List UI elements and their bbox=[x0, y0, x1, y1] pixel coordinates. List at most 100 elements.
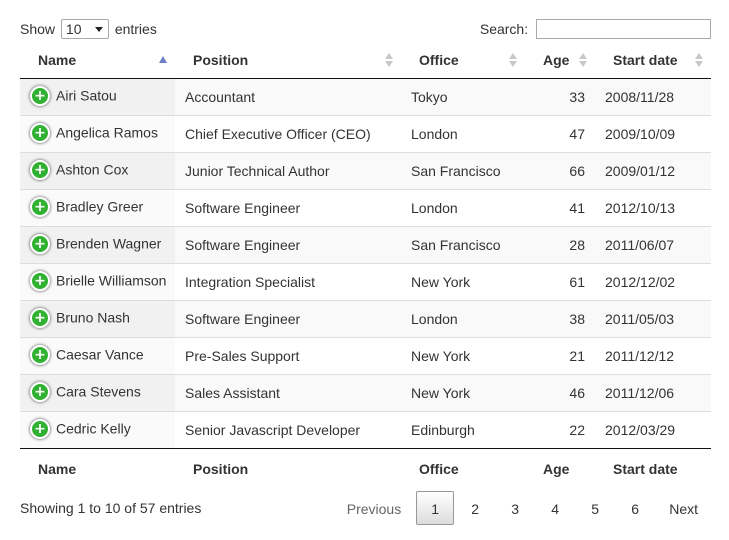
start-date-cell: 2012/10/13 bbox=[595, 189, 711, 227]
header-row: Name Position Office Age Start date bbox=[20, 42, 711, 79]
start-date-cell: 2012/12/02 bbox=[595, 263, 711, 301]
pagination: Previous 1 2 3 4 5 6 Next bbox=[332, 490, 711, 526]
position-cell: Software Engineer bbox=[175, 226, 401, 264]
sort-both-icon bbox=[579, 53, 587, 67]
position-cell: Chief Executive Officer (CEO) bbox=[175, 115, 401, 153]
page-length-select[interactable]: 10 bbox=[60, 19, 109, 40]
table-row: + Cara Stevens Sales Assistant New York 4… bbox=[20, 374, 711, 412]
datatable-wrapper: Show 10 entries Search: Name Position Of… bbox=[0, 0, 729, 540]
table-body: + Airi Satou Accountant Tokyo 33 2008/11/… bbox=[20, 78, 711, 449]
column-header-start-date[interactable]: Start date bbox=[595, 42, 711, 79]
plus-circle-icon[interactable]: + bbox=[30, 308, 50, 328]
position-cell: Accountant bbox=[185, 89, 256, 105]
age-cell: 46 bbox=[525, 374, 595, 412]
name-cell: + Cara Stevens bbox=[20, 374, 175, 412]
start-date-cell: 2012/03/29 bbox=[595, 411, 711, 449]
office-cell: Tokyo bbox=[411, 89, 448, 105]
name-cell: + Brielle Williamson bbox=[20, 263, 175, 301]
name-cell: + Cedric Kelly bbox=[20, 411, 175, 449]
age-cell: 47 bbox=[525, 115, 595, 153]
name-cell: + Bruno Nash bbox=[20, 300, 175, 338]
office-cell: San Francisco bbox=[401, 226, 525, 264]
start-date-cell: 2011/06/07 bbox=[595, 226, 711, 264]
age-cell: 41 bbox=[525, 189, 595, 227]
age-cell: 28 bbox=[525, 226, 595, 264]
column-header-age[interactable]: Age bbox=[525, 42, 595, 79]
sort-both-icon bbox=[509, 53, 517, 67]
start-date-cell: 2009/10/09 bbox=[595, 115, 711, 153]
start-date-cell: 2009/01/12 bbox=[595, 152, 711, 190]
table-row: + Cedric Kelly Senior Javascript Develope… bbox=[20, 411, 711, 449]
employee-table: Name Position Office Age Start date + Ai… bbox=[20, 42, 711, 489]
start-date-cell: 2008/11/28 bbox=[605, 89, 675, 105]
office-cell: London bbox=[401, 189, 525, 227]
name-cell: + Caesar Vance bbox=[20, 337, 175, 375]
position-cell: Software Engineer bbox=[175, 300, 401, 338]
plus-circle-icon[interactable]: + bbox=[30, 86, 50, 106]
office-cell: New York bbox=[401, 374, 525, 412]
table-row: + Bradley Greer Software Engineer London … bbox=[20, 189, 711, 227]
footer-row: Name Position Office Age Start date bbox=[20, 448, 711, 489]
office-cell: New York bbox=[401, 263, 525, 301]
entries-label: entries bbox=[114, 21, 157, 37]
column-header-name[interactable]: Name bbox=[20, 42, 175, 79]
table-row: + Angelica Ramos Chief Executive Officer … bbox=[20, 115, 711, 153]
table-row: + Brielle Williamson Integration Speciali… bbox=[20, 263, 711, 301]
plus-circle-icon[interactable]: + bbox=[30, 419, 50, 439]
start-date-cell: 2011/12/06 bbox=[595, 374, 711, 412]
office-cell: London bbox=[401, 115, 525, 153]
footer-header-office: Office bbox=[401, 448, 525, 489]
footer-header-name: Name bbox=[20, 448, 175, 489]
page-button-1[interactable]: 1 bbox=[416, 491, 455, 525]
table-controls: Show 10 entries Search: bbox=[20, 18, 711, 42]
age-cell: 33 bbox=[569, 89, 585, 105]
start-date-cell: 2011/12/12 bbox=[595, 337, 711, 375]
name-cell: + Angelica Ramos bbox=[20, 115, 175, 153]
sort-both-icon bbox=[695, 53, 703, 67]
search-input[interactable] bbox=[536, 19, 711, 40]
show-label: Show bbox=[20, 21, 56, 37]
plus-circle-icon[interactable]: + bbox=[30, 271, 50, 291]
column-header-position[interactable]: Position bbox=[175, 42, 401, 79]
sort-both-icon bbox=[385, 53, 393, 67]
age-cell: 38 bbox=[525, 300, 595, 338]
plus-circle-icon[interactable]: + bbox=[30, 345, 50, 365]
start-date-cell: 2011/05/03 bbox=[595, 300, 711, 338]
column-header-office[interactable]: Office bbox=[401, 42, 525, 79]
office-cell: San Francisco bbox=[401, 152, 525, 190]
position-cell: Pre-Sales Support bbox=[175, 337, 401, 375]
next-button[interactable]: Next bbox=[656, 491, 711, 525]
table-row: + Bruno Nash Software Engineer London 38 … bbox=[20, 300, 711, 338]
page-length-value: 10 bbox=[65, 21, 82, 38]
position-cell: Integration Specialist bbox=[175, 263, 401, 301]
age-cell: 66 bbox=[525, 152, 595, 190]
page-button-2[interactable]: 2 bbox=[456, 491, 494, 525]
table-row: + Brenden Wagner Software Engineer San Fr… bbox=[20, 226, 711, 264]
search-control: Search: bbox=[480, 18, 711, 40]
page-button-4[interactable]: 4 bbox=[536, 491, 574, 525]
plus-circle-icon[interactable]: + bbox=[30, 234, 50, 254]
page-button-6[interactable]: 6 bbox=[616, 491, 654, 525]
office-cell: London bbox=[401, 300, 525, 338]
position-cell: Senior Javascript Developer bbox=[175, 411, 401, 449]
age-cell: 61 bbox=[525, 263, 595, 301]
plus-circle-icon[interactable]: + bbox=[30, 160, 50, 180]
page-button-3[interactable]: 3 bbox=[496, 491, 534, 525]
office-cell: New York bbox=[401, 337, 525, 375]
page-length-control: Show 10 entries bbox=[20, 18, 157, 40]
plus-circle-icon[interactable]: + bbox=[30, 123, 50, 143]
position-cell: Software Engineer bbox=[175, 189, 401, 227]
footer-header-position: Position bbox=[175, 448, 401, 489]
name-cell: + Bradley Greer bbox=[20, 189, 175, 227]
age-cell: 21 bbox=[525, 337, 595, 375]
name-cell: + Airi Satou bbox=[20, 78, 175, 116]
previous-button[interactable]: Previous bbox=[334, 491, 414, 525]
table-row: + Airi Satou Accountant Tokyo 33 2008/11/… bbox=[20, 78, 711, 116]
plus-circle-icon[interactable]: + bbox=[30, 197, 50, 217]
name-cell: + Ashton Cox bbox=[20, 152, 175, 190]
position-cell: Sales Assistant bbox=[175, 374, 401, 412]
page-button-5[interactable]: 5 bbox=[576, 491, 614, 525]
chevron-down-icon bbox=[94, 27, 103, 33]
plus-circle-icon[interactable]: + bbox=[30, 382, 50, 402]
name-cell: + Brenden Wagner bbox=[20, 226, 175, 264]
